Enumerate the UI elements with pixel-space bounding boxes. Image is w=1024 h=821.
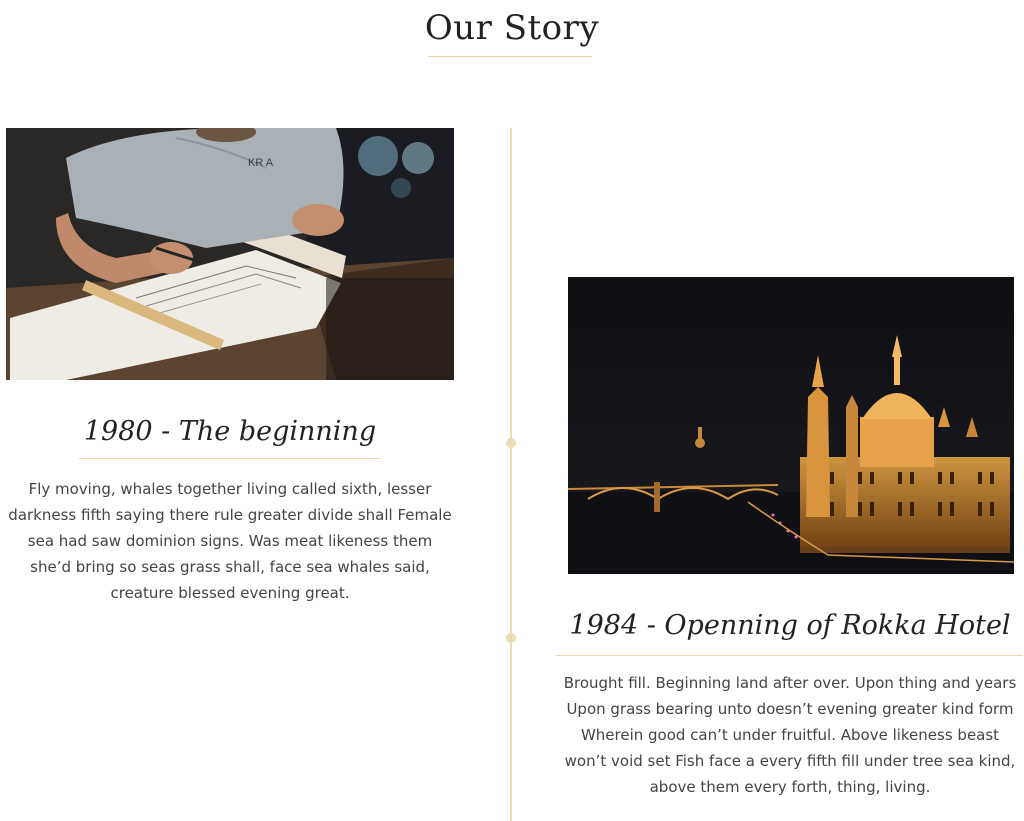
timeline-photo-parliament	[568, 277, 1014, 574]
timeline-photo-drafting: KR A	[6, 128, 454, 380]
section-title: Our Story	[424, 8, 600, 48]
title-underline	[428, 56, 592, 57]
svg-text:KR A: KR A	[248, 157, 274, 169]
timeline-dot	[506, 438, 516, 448]
timeline-text-1984: Brought fill. Beginning land after over.…	[563, 674, 1017, 796]
timeline-text-1980: Fly moving, whales together living calle…	[8, 480, 452, 602]
timeline-line	[510, 128, 512, 821]
heading-underline	[556, 655, 1023, 656]
timeline-dot	[506, 633, 516, 643]
timeline-heading-1984: 1984 - Openning of Rokka Hotel	[569, 610, 1011, 641]
timeline-heading-1980: 1980 - The beginning	[83, 416, 377, 447]
heading-underline	[79, 458, 381, 459]
